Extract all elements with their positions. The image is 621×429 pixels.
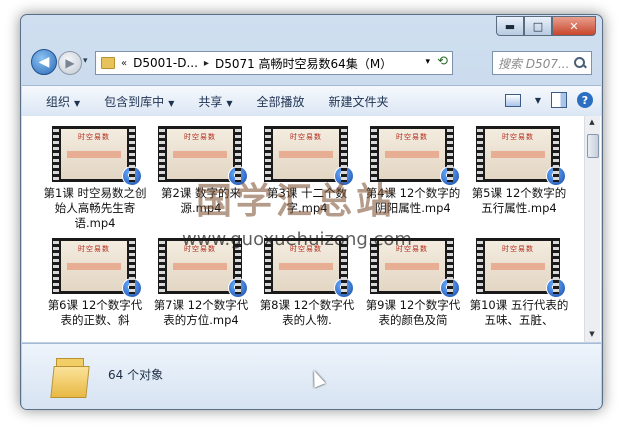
chevron-down-icon[interactable]: ▼: [535, 96, 541, 105]
thumbnail-title: 时空易数: [184, 133, 216, 141]
file-name: 第7课 12个数字代表的方位.mp4: [153, 298, 249, 327]
close-button[interactable]: ✕: [552, 16, 596, 36]
thumbnail-title: 时空易数: [78, 245, 110, 253]
thumbnail-title: 时空易数: [502, 245, 534, 253]
scroll-up-icon[interactable]: ▲: [587, 118, 597, 128]
video-thumbnail: 时空易数: [52, 126, 142, 186]
new-folder-button[interactable]: 新建文件夹: [329, 93, 389, 110]
folder-icon: [50, 358, 90, 398]
file-name: 第6课 12个数字代表的正数、斜: [47, 298, 143, 327]
breadcrumb-item-parent[interactable]: D5001-D...: [133, 56, 198, 70]
thumbnail-title: 时空易数: [502, 133, 534, 141]
media-player-icon: [122, 278, 142, 298]
forward-arrow-icon: ▶: [65, 56, 75, 70]
folder-icon: [101, 57, 115, 69]
chevron-down-icon: ▼: [168, 98, 175, 108]
media-player-icon: [122, 166, 142, 186]
preview-pane-icon[interactable]: [551, 92, 567, 108]
file-name: 第1课 时空易数之创始人高畅先生寄语.mp4: [43, 186, 147, 230]
search-box[interactable]: 搜索 D507...: [492, 51, 592, 75]
toolbar-right: ▼ ?: [504, 92, 593, 108]
file-name: 第8课 12个数字代表的人物.: [259, 298, 355, 327]
change-view-icon[interactable]: [504, 93, 521, 107]
help-icon[interactable]: ?: [577, 92, 593, 108]
organize-button[interactable]: 组织 ▼: [46, 93, 80, 110]
thumbnail-title: 时空易数: [78, 133, 110, 141]
video-thumbnail: 时空易数: [476, 238, 566, 298]
back-button[interactable]: ◀: [31, 49, 57, 75]
scrollbar-thumb[interactable]: [587, 134, 599, 158]
file-name: 第5课 12个数字的五行属性.mp4: [471, 186, 567, 215]
watermark-url: www.guoxuehuizong.com: [182, 229, 412, 250]
scroll-down-icon[interactable]: ▼: [587, 330, 597, 340]
play-all-button[interactable]: 全部播放: [257, 93, 305, 110]
command-bar: 组织 ▼ 包含到库中 ▼ 共享 ▼ 全部播放 新建文件夹 ▼ ?: [22, 85, 601, 117]
maximize-button[interactable]: □: [524, 16, 552, 36]
media-player-icon: [334, 278, 354, 298]
search-input[interactable]: 搜索 D507...: [498, 55, 573, 72]
video-thumbnail: 时空易数: [52, 238, 142, 298]
breadcrumb-item-current[interactable]: D5071 高畅时空易数64集（M）: [215, 55, 392, 72]
forward-button[interactable]: ▶: [58, 51, 82, 75]
thumbnail-title: 时空易数: [290, 133, 322, 141]
media-player-icon: [546, 278, 566, 298]
file-name: 第10课 五行代表的五味、五脏、: [469, 298, 569, 327]
breadcrumb-overflow[interactable]: «: [121, 58, 127, 69]
media-player-icon: [546, 166, 566, 186]
back-arrow-icon: ◀: [38, 54, 50, 70]
media-player-icon: [440, 166, 460, 186]
chevron-down-icon[interactable]: ▾: [425, 57, 430, 67]
navigation-bar: ◀ ▶ ▾ « D5001-D... ▸ D5071 高畅时空易数64集（M） …: [27, 49, 596, 77]
chevron-down-icon: ▼: [226, 98, 233, 108]
share-button[interactable]: 共享 ▼: [198, 93, 232, 110]
thumbnail-title: 时空易数: [396, 133, 428, 141]
item-count: 64 个对象: [108, 368, 164, 382]
recent-pages-dropdown[interactable]: ▾: [83, 56, 88, 66]
refresh-icon[interactable]: ⟲: [437, 54, 448, 69]
breadcrumb-separator[interactable]: ▸: [204, 58, 209, 69]
media-player-icon: [440, 278, 460, 298]
chevron-down-icon: ▼: [74, 98, 81, 108]
include-in-library-button[interactable]: 包含到库中 ▼: [104, 93, 174, 110]
video-thumbnail: 时空易数: [476, 126, 566, 186]
file-name: 第9课 12个数字代表的颜色及简: [365, 298, 461, 327]
watermark-text: 国学汇总站: [196, 180, 397, 222]
caption-buttons: ▬ □ ✕: [496, 16, 596, 36]
minimize-button[interactable]: ▬: [496, 16, 524, 36]
media-player-icon: [228, 278, 248, 298]
address-bar[interactable]: « D5001-D... ▸ D5071 高畅时空易数64集（M） ▾ ⟲: [95, 51, 453, 75]
search-icon: [573, 56, 587, 70]
vertical-scrollbar[interactable]: ▲ ▼: [584, 116, 600, 342]
